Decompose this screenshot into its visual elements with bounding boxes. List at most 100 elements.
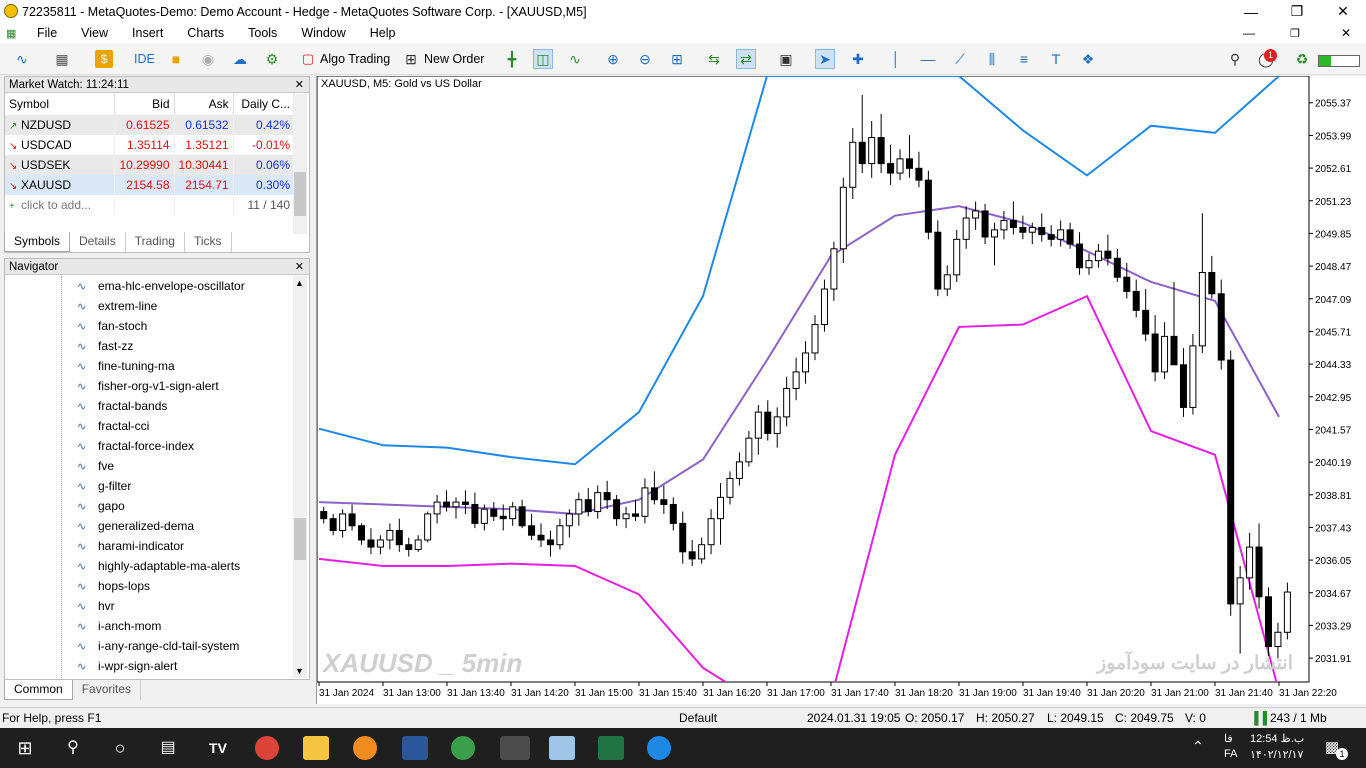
menu-help[interactable]: Help: [358, 26, 408, 40]
table-row[interactable]: ↘ XAUUSD 2154.58 2154.71 0.30%: [5, 175, 296, 195]
signal-icon[interactable]: ◉: [198, 49, 218, 69]
close-button[interactable]: ✕: [1320, 0, 1366, 23]
navigator-item[interactable]: ∿ extrem-line: [77, 296, 157, 316]
windows-start-icon[interactable]: ⊞: [12, 736, 38, 760]
screenshot-icon[interactable]: ▣: [776, 49, 796, 69]
chart-menu-icon[interactable]: ▦: [0, 27, 25, 40]
menu-insert[interactable]: Insert: [120, 26, 175, 40]
navigator-scrollbar[interactable]: ▲ ▼: [293, 276, 307, 678]
col-symbol[interactable]: Symbol: [5, 93, 116, 115]
navigator-item[interactable]: ∿ fine-tuning-ma: [77, 356, 175, 376]
navigator-item[interactable]: ∿ fast-zz: [77, 336, 133, 356]
navigator-item[interactable]: ∿ ema-hlc-envelope-oscillator: [77, 276, 245, 296]
tray-date[interactable]: ۱۴۰۲/۱۲/۱۷: [1250, 748, 1303, 761]
algo-trading-stop-icon[interactable]: ▢: [298, 49, 318, 69]
col-ask[interactable]: Ask: [174, 93, 234, 115]
menu-charts[interactable]: Charts: [175, 26, 236, 40]
navigator-item[interactable]: ∿ i-wpr-sign-alert: [77, 656, 177, 676]
price-chart[interactable]: 2055.37 2053.99 2052.61 2051.23 2049.85 2048.…: [316, 75, 1366, 704]
candlestick-chart-icon[interactable]: ◫: [533, 49, 553, 69]
ide-button[interactable]: IDE: [134, 49, 155, 69]
menu-window[interactable]: Window: [289, 26, 357, 40]
notepad-icon[interactable]: [549, 736, 575, 760]
dollar-icon[interactable]: $: [95, 50, 113, 68]
cursor-icon[interactable]: ➤: [815, 49, 835, 69]
shapes-icon[interactable]: ❖: [1078, 49, 1098, 69]
maximize-button[interactable]: ❐: [1274, 0, 1320, 23]
navigator-item[interactable]: ∿ fractal-cci: [77, 416, 149, 436]
tile-windows-icon[interactable]: ⊞: [667, 49, 687, 69]
col-daily-change[interactable]: Daily C...: [233, 93, 296, 115]
child-restore-button[interactable]: ❐: [1290, 27, 1300, 40]
new-order-icon[interactable]: ⊞: [401, 49, 421, 69]
tab-details[interactable]: Details: [70, 232, 126, 252]
lock-icon[interactable]: ■: [166, 49, 186, 69]
tab-common[interactable]: Common: [4, 680, 73, 700]
navigator-item[interactable]: ∿ harami-indicator: [77, 536, 184, 556]
tab-ticks[interactable]: Ticks: [185, 232, 232, 252]
zoom-in-icon[interactable]: ⊕: [603, 49, 623, 69]
edge-icon[interactable]: [647, 736, 671, 760]
child-minimize-button[interactable]: —: [1243, 26, 1255, 40]
menu-view[interactable]: View: [69, 26, 120, 40]
file-explorer-icon[interactable]: [303, 736, 329, 760]
zoom-out-icon[interactable]: ⊖: [635, 49, 655, 69]
word-icon[interactable]: [402, 736, 428, 760]
col-bid[interactable]: Bid: [114, 93, 175, 115]
trendline-icon[interactable]: ⟋: [950, 49, 970, 69]
table-row[interactable]: ↗ NZDUSD 0.61525 0.61532 0.42%: [5, 115, 296, 135]
chart-shift-icon[interactable]: ⇄: [736, 49, 756, 69]
add-symbol-row[interactable]: + click to add... 11 / 140: [5, 195, 296, 215]
menu-file[interactable]: File: [25, 26, 69, 40]
navigator-item[interactable]: ∿ fractal-bands: [77, 396, 167, 416]
line-chart-icon[interactable]: ∿: [565, 49, 585, 69]
chart-template-icon[interactable]: ▦: [52, 49, 72, 69]
chrome-alt-icon[interactable]: [451, 736, 475, 760]
bar-chart-icon[interactable]: ╋: [502, 49, 522, 69]
search-taskbar-icon[interactable]: ⚲: [60, 736, 86, 760]
menu-tools[interactable]: Tools: [236, 26, 289, 40]
cortana-icon[interactable]: ○: [107, 736, 133, 760]
market-watch-scrollbar[interactable]: [293, 94, 307, 234]
tab-symbols[interactable]: Symbols: [4, 232, 71, 252]
vps-icon[interactable]: ⚙: [262, 49, 282, 69]
scroll-chart-icon[interactable]: ⇆: [704, 49, 724, 69]
horizontal-line-icon[interactable]: —: [918, 49, 938, 69]
tray-lang-fa[interactable]: فا: [1224, 732, 1233, 745]
channel-icon[interactable]: ⫼: [982, 49, 1002, 69]
minimize-button[interactable]: —: [1228, 0, 1274, 23]
navigator-item[interactable]: ∿ highly-adaptable-ma-alerts: [77, 556, 240, 576]
market-signal-icon[interactable]: ♻: [1292, 49, 1312, 69]
tradingview-icon[interactable]: TV: [205, 736, 231, 760]
navigator-item[interactable]: ∿ fve: [77, 456, 114, 476]
browser-e-icon[interactable]: [353, 736, 377, 760]
navigator-item[interactable]: ∿ fan-stoch: [77, 316, 147, 336]
chrome-icon[interactable]: [255, 736, 279, 760]
navigator-item[interactable]: ∿ i-any-range-cld-tail-system: [77, 636, 239, 656]
excel-icon[interactable]: [598, 736, 624, 760]
line-chart-dropdown-icon[interactable]: ∿: [12, 49, 32, 69]
navigator-item[interactable]: ∿ i-anch-mom: [77, 616, 161, 636]
fibonacci-icon[interactable]: ≡: [1014, 49, 1034, 69]
new-order-button[interactable]: New Order: [424, 49, 484, 69]
crosshair-icon[interactable]: ✚: [848, 49, 868, 69]
market-watch-close-icon[interactable]: ✕: [295, 77, 304, 93]
table-row[interactable]: ↘ USDSEK 10.29990 10.30441 0.06%: [5, 155, 296, 175]
algo-trading-button[interactable]: Algo Trading: [320, 49, 390, 69]
navigator-item[interactable]: ∿ hvr: [77, 596, 115, 616]
navigator-item[interactable]: ∿ gapo: [77, 496, 125, 516]
child-close-button[interactable]: ✕: [1341, 26, 1351, 40]
tab-trading[interactable]: Trading: [126, 232, 185, 252]
plot-area[interactable]: [316, 75, 1310, 683]
vertical-line-icon[interactable]: │: [886, 49, 906, 69]
navigator-close-icon[interactable]: ✕: [295, 259, 304, 275]
text-icon[interactable]: T: [1046, 49, 1066, 69]
table-row[interactable]: ↘ USDCAD 1.35114 1.35121 -0.01%: [5, 135, 296, 155]
tray-time[interactable]: 12:54 ب.ظ: [1250, 732, 1304, 745]
task-view-icon[interactable]: ▤: [155, 736, 181, 760]
navigator-item[interactable]: ∿ fisher-org-v1-sign-alert: [77, 376, 219, 396]
tray-lang[interactable]: FA: [1224, 748, 1237, 760]
navigator-item[interactable]: ∿ hops-lops: [77, 576, 150, 596]
search-icon[interactable]: ⚲: [1225, 49, 1245, 69]
tab-favorites[interactable]: Favorites: [73, 680, 142, 700]
